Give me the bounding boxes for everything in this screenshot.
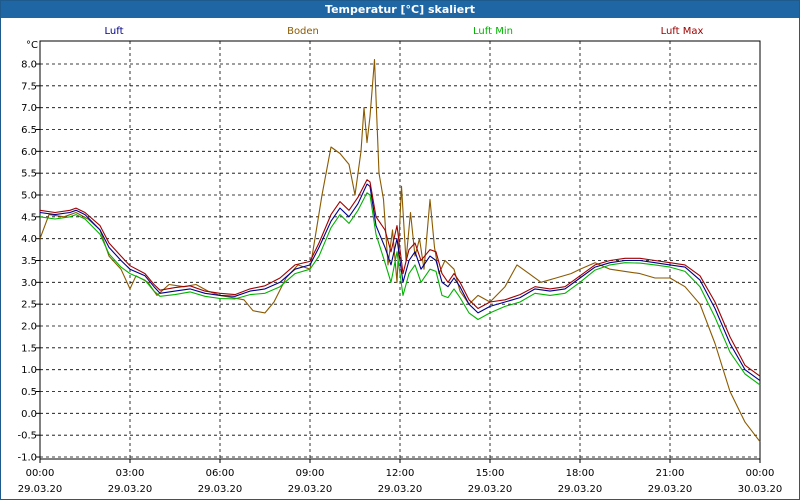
- x-tick-date: 29.03.20: [468, 484, 513, 495]
- y-tick-label: 0.5: [21, 387, 37, 398]
- x-axis: 00:00 29.03.20 03:00 29.03.20 06:00 29.03.20 0…: [18, 459, 783, 495]
- legend-luft-max: Luft Max: [661, 26, 704, 37]
- x-tick-time: 00:00: [26, 468, 55, 479]
- temperature-chart: Luft Boden Luft Min Luft Max °C 8.0 7.5 7.0 6.…: [17, 26, 783, 495]
- y-tick-label: -1.0: [17, 453, 37, 464]
- x-tick-time: 03:00: [116, 468, 145, 479]
- y-tick-label: 6.5: [21, 125, 37, 136]
- y-axis-unit: °C: [26, 40, 38, 51]
- y-tick-label: 1.0: [21, 365, 37, 376]
- y-tick-label: 3.5: [21, 256, 37, 267]
- legend-luft: Luft: [105, 26, 124, 37]
- x-tick-date: 29.03.20: [558, 484, 603, 495]
- x-tick-time: 09:00: [296, 468, 325, 479]
- y-tick-label: 4.0: [21, 234, 37, 245]
- y-tick-label: 7.5: [21, 81, 37, 92]
- x-tick-time: 00:00: [746, 468, 775, 479]
- x-tick-time: 21:00: [656, 468, 685, 479]
- y-tick-label: 6.0: [21, 147, 37, 158]
- y-tick-label: 4.5: [21, 212, 37, 223]
- x-tick-time: 12:00: [386, 468, 415, 479]
- x-tick-date: 29.03.20: [198, 484, 243, 495]
- y-tick-label: 7.0: [21, 103, 37, 114]
- x-tick-date: 29.03.20: [648, 484, 693, 495]
- y-tick-label: 8.0: [21, 60, 37, 71]
- y-tick-label: -0.5: [17, 431, 37, 442]
- y-axis: 8.0 7.5 7.0 6.5 6.0 5.5 5.0 4.5 4.0 3.5 3.0 2.5 2.0 1…: [17, 60, 40, 464]
- x-tick-time: 18:00: [566, 468, 595, 479]
- y-tick-label: 2.5: [21, 300, 37, 311]
- y-tick-label: 3.0: [21, 278, 37, 289]
- legend: Luft Boden Luft Min Luft Max: [105, 26, 704, 37]
- x-tick-date: 29.03.20: [288, 484, 333, 495]
- x-tick-date: 29.03.20: [378, 484, 423, 495]
- y-tick-label: 5.0: [21, 191, 37, 202]
- y-tick-label: 0.0: [21, 409, 37, 420]
- x-tick-time: 15:00: [476, 468, 505, 479]
- x-tick-date: 30.03.20: [738, 484, 783, 495]
- y-tick-label: 1.5: [21, 343, 37, 354]
- legend-boden: Boden: [287, 26, 319, 37]
- x-tick-date: 29.03.20: [18, 484, 63, 495]
- x-tick-time: 06:00: [206, 468, 235, 479]
- y-tick-label: 5.5: [21, 169, 37, 180]
- legend-luft-min: Luft Min: [473, 26, 513, 37]
- x-tick-date: 29.03.20: [108, 484, 153, 495]
- y-tick-label: 2.0: [21, 322, 37, 333]
